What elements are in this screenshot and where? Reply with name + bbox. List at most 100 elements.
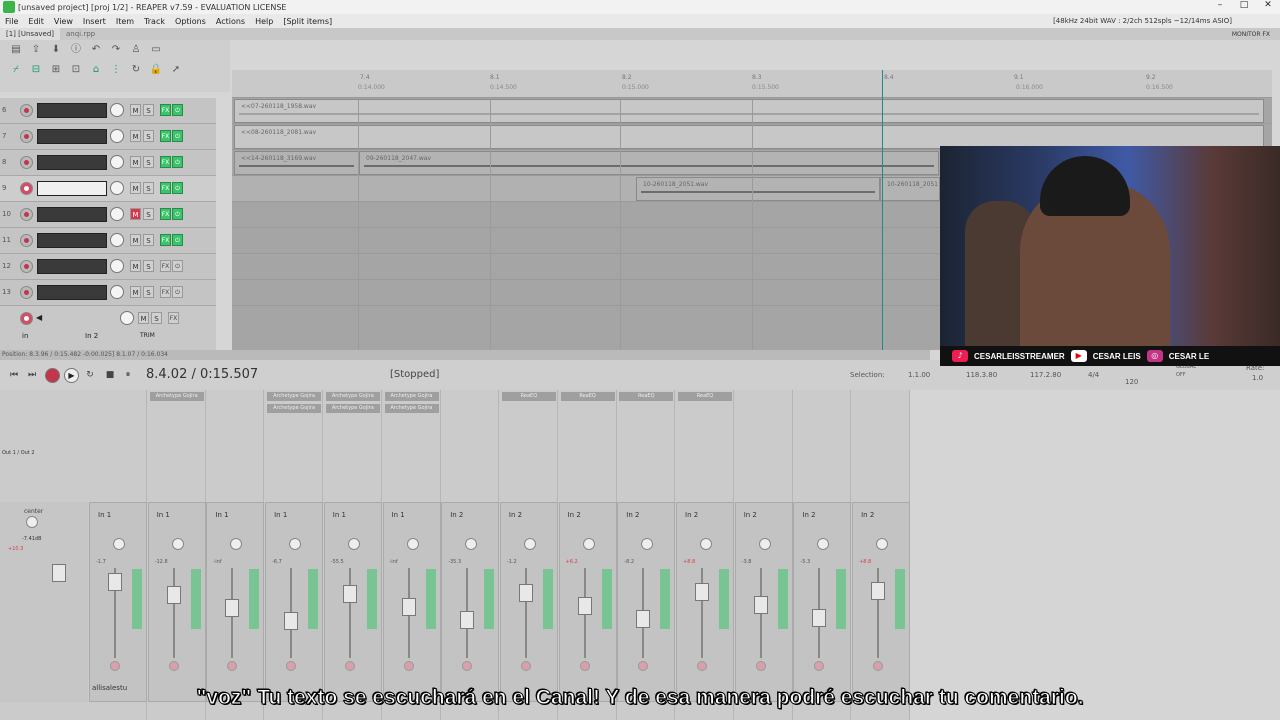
save-project-icon[interactable]: ⬇ (48, 43, 64, 57)
snap-icon[interactable]: ⊞ (48, 63, 64, 77)
ripple-edit-icon[interactable]: ⌿ (8, 63, 24, 77)
tab-anqi[interactable]: anqi.rpp (60, 28, 101, 40)
volume-knob[interactable] (110, 259, 124, 273)
timecode-display[interactable]: 8.4.02 / 0:15.507 (146, 367, 258, 382)
fx-button[interactable]: FX (160, 208, 171, 220)
monitor-fx-label[interactable]: MONITOR FX (1232, 31, 1270, 38)
grid-settings-icon[interactable]: ▭ (148, 43, 164, 57)
mute-button-active[interactable]: M (130, 208, 141, 220)
fx-slot[interactable]: ReaEQ (619, 392, 674, 401)
volume-fader[interactable] (284, 612, 299, 630)
channel-strip[interactable]: In 1 -inf (206, 502, 265, 702)
master-fader[interactable] (52, 564, 66, 582)
fx-slot[interactable]: Archetype Gojira (267, 404, 322, 413)
input-select[interactable]: In 2 (861, 511, 874, 519)
solo-button[interactable]: S (143, 234, 154, 246)
selection-length[interactable]: 117.2.80 (1030, 371, 1061, 379)
input-select[interactable]: In 1 (157, 511, 170, 519)
channel-strip[interactable]: In 2 -35.3 (441, 502, 500, 702)
track-name-field[interactable] (37, 181, 107, 196)
menu-view[interactable]: View (49, 17, 78, 26)
loop-icon[interactable]: ↻ (128, 63, 144, 77)
fx-slot[interactable]: Archetype Gojira (267, 392, 322, 401)
timeline-ruler[interactable]: 7.4 8.1 8.2 8.3 8.4 9.1 9.2 0:14.000 0:1… (232, 70, 1272, 98)
input-select[interactable]: In 2 (85, 332, 98, 340)
record-arm-button[interactable] (20, 260, 33, 273)
tab-unsaved[interactable]: [1] [Unsaved] (0, 28, 60, 40)
solo-button[interactable]: S (143, 182, 154, 194)
channel-strip[interactable]: In 2 -3.8 (734, 502, 793, 702)
fx-slot[interactable]: Archetype Gojira (325, 392, 380, 401)
solo-button[interactable]: S (151, 312, 162, 324)
project-settings-icon[interactable]: ⓘ (68, 43, 84, 57)
volume-fader[interactable] (518, 584, 533, 602)
volume-fader[interactable] (225, 599, 240, 617)
track-name-field[interactable] (37, 155, 107, 170)
mute-button[interactable]: M (130, 182, 141, 194)
fx-bypass-button[interactable]: ⏻ (172, 286, 183, 298)
record-arm-button[interactable] (168, 661, 179, 671)
minimize-icon[interactable]: – (1208, 0, 1232, 10)
volume-fader[interactable] (166, 586, 181, 604)
solo-button[interactable]: S (143, 104, 154, 116)
channel-strip[interactable]: In 2 -1.2 (499, 502, 558, 702)
fx-bypass-button[interactable]: ⏻ (172, 156, 183, 168)
speaker-icon[interactable]: ◀ (36, 313, 42, 322)
fx-slot[interactable]: Archetype Gojira (384, 392, 439, 401)
record-arm-button[interactable] (110, 661, 120, 671)
volume-knob[interactable] (110, 103, 124, 117)
record-arm-button[interactable] (20, 130, 33, 143)
pan-knob[interactable] (171, 538, 184, 550)
record-arm-button[interactable] (20, 156, 33, 169)
edit-cursor[interactable] (882, 70, 883, 350)
channel-strip[interactable]: In 2 -5.3 (793, 502, 852, 702)
maximize-icon[interactable]: □ (1232, 0, 1256, 10)
track-name-field[interactable] (37, 233, 107, 248)
track-name-field[interactable] (37, 103, 107, 118)
pan-knob[interactable] (406, 538, 419, 550)
channel-strip[interactable]: In 2 +6.2 (558, 502, 617, 702)
volume-knob[interactable] (110, 207, 124, 221)
channel-strip[interactable]: In 1 -inf (382, 502, 441, 702)
solo-button[interactable]: S (143, 156, 154, 168)
fx-slot[interactable]: Archetype Gojira (149, 392, 204, 401)
automation-off-label[interactable]: OFF (1176, 372, 1186, 378)
record-arm-button[interactable] (20, 104, 33, 117)
mute-button[interactable]: M (138, 312, 149, 324)
fx-button[interactable]: FX (160, 156, 171, 168)
redo-icon[interactable]: ↷ (108, 43, 124, 57)
fx-bypass-button[interactable]: ⏻ (172, 104, 183, 116)
track-row[interactable]: 12 M S FX ⏻ (0, 254, 216, 280)
input-select[interactable]: In 2 (802, 511, 815, 519)
channel-strip[interactable]: In 1 -55.5 (323, 502, 382, 702)
input-select[interactable]: In 2 (568, 511, 581, 519)
track-row-selected[interactable]: 9 M S FX ⏻ (0, 176, 216, 202)
close-icon[interactable]: ✕ (1256, 0, 1280, 10)
record-arm-button[interactable] (344, 661, 355, 671)
pan-knob[interactable] (523, 538, 536, 550)
record-arm-button[interactable] (579, 661, 590, 671)
fx-slot[interactable]: ReaEQ (501, 392, 556, 401)
volume-knob[interactable] (120, 311, 134, 325)
lock-icon[interactable]: 🔒 (148, 63, 164, 77)
input-select[interactable]: In 2 (744, 511, 757, 519)
channel-strip[interactable]: In 2 +8.8 (852, 502, 911, 702)
record-arm-button[interactable] (20, 312, 33, 325)
mute-button[interactable]: M (130, 234, 141, 246)
fx-button[interactable]: FX (160, 104, 171, 116)
input-select[interactable]: In 2 (450, 511, 463, 519)
volume-fader[interactable] (460, 611, 475, 629)
record-arm-button[interactable] (20, 234, 33, 247)
repeat-icon[interactable]: ↻ (84, 369, 96, 381)
fx-button[interactable]: FX (160, 260, 171, 272)
auto-crossfade-icon[interactable]: ⌂ (88, 63, 104, 77)
record-arm-button[interactable] (520, 661, 531, 671)
pan-knob[interactable] (700, 538, 712, 550)
item-grouping-icon[interactable]: ⊟ (28, 63, 44, 77)
metronome-icon[interactable]: ♙ (128, 43, 144, 57)
record-button[interactable] (45, 368, 60, 383)
record-arm-button[interactable] (227, 661, 238, 671)
solo-button[interactable]: S (143, 130, 154, 142)
open-project-icon[interactable]: ⇪ (28, 43, 44, 57)
media-item[interactable]: 10-260118_2051.wav (636, 177, 880, 201)
